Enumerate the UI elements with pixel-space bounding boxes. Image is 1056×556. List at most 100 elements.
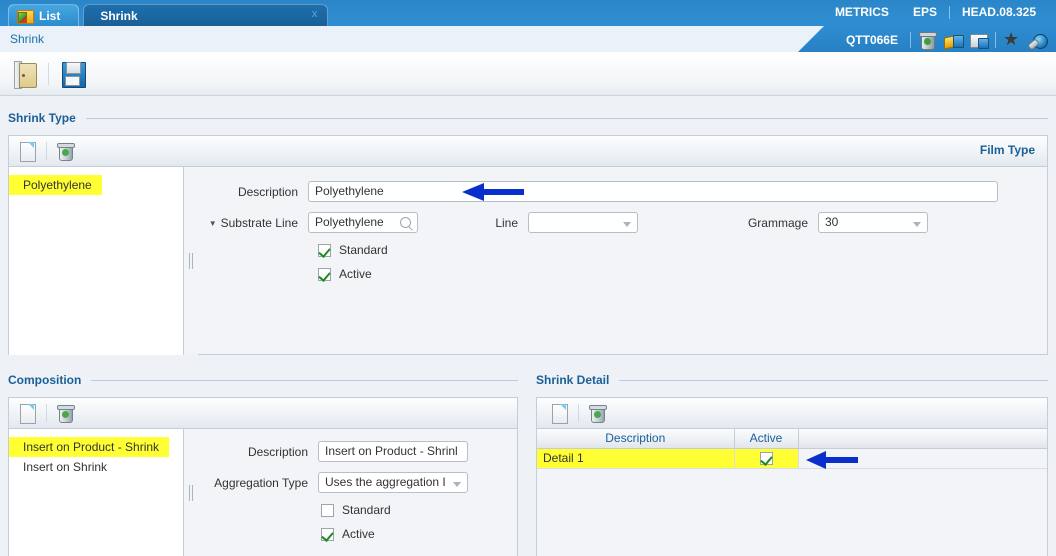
divider: [578, 404, 579, 422]
save-floppy-icon[interactable]: [59, 60, 87, 88]
shrink-type-body: Polyethylene Description Polyethylene ▼ S…: [9, 167, 1047, 355]
tab-shrink[interactable]: Shrink x: [83, 4, 329, 26]
standard-row: Standard: [321, 503, 505, 517]
film-type-link[interactable]: Film Type: [980, 143, 1035, 157]
shrink-type-panel: Film Type Polyethylene Description Polye…: [8, 135, 1048, 355]
active-checkbox[interactable]: [321, 527, 334, 541]
shrink-type-splitter[interactable]: [184, 167, 198, 355]
tab-list-label: List: [39, 8, 61, 23]
trash-icon[interactable]: [917, 31, 937, 50]
top-links: METRICS EPS HEAD.08.325: [823, 3, 1048, 21]
divider: [85, 117, 1048, 119]
table-header-row: Description Active: [537, 429, 1047, 449]
screen-icon[interactable]: [969, 31, 989, 49]
standard-row: Standard: [318, 243, 1035, 257]
star-icon[interactable]: [1002, 29, 1022, 49]
tab-list[interactable]: List: [8, 4, 80, 26]
splitter-grip[interactable]: [189, 485, 193, 501]
breadcrumb-bar: Shrink QTT066E: [0, 26, 1056, 52]
standard-checkbox[interactable]: [321, 503, 334, 517]
divider: [91, 379, 518, 381]
book-icon[interactable]: [943, 31, 964, 49]
cell-description: Detail 1: [537, 448, 735, 469]
list-item[interactable]: Insert on Shrink: [9, 457, 183, 477]
divider: [910, 32, 911, 48]
cell-active[interactable]: [734, 448, 799, 469]
composition-panel: Insert on Product - Shrink Insert on Shr…: [8, 397, 518, 556]
shrink-type-toolbar: Film Type: [9, 136, 1047, 167]
aggregation-type-select[interactable]: Uses the aggregation I: [318, 472, 468, 493]
application-window: List Shrink x METRICS EPS HEAD.08.325 Sh…: [0, 0, 1056, 556]
link-eps[interactable]: EPS: [901, 3, 949, 21]
breadcrumb-background: [0, 26, 824, 52]
splitter-grip[interactable]: [189, 253, 193, 269]
shrink-detail-grid: Description Active Detail 1: [537, 429, 1047, 469]
globe-icon[interactable]: [1028, 31, 1048, 49]
top-utility-bar: QTT066E: [846, 29, 1048, 50]
composition-splitter[interactable]: [184, 429, 198, 556]
column-header-filler: [798, 429, 1047, 449]
column-header-description[interactable]: Description: [537, 429, 735, 449]
aggregation-type-row: Aggregation Type Uses the aggregation I: [198, 472, 505, 493]
delete-trash-icon[interactable]: [589, 403, 607, 423]
shrink-type-section-header: Shrink Type: [8, 111, 1048, 125]
line-select[interactable]: [528, 212, 638, 233]
description-row: Description Polyethylene: [198, 181, 1035, 202]
substrate-line-input[interactable]: Polyethylene: [308, 212, 418, 233]
composition-list: Insert on Product - Shrink Insert on Shr…: [9, 429, 184, 556]
shrink-detail-toolbar: [537, 398, 1047, 429]
active-checkbox[interactable]: [318, 267, 331, 281]
new-document-icon[interactable]: [19, 141, 36, 162]
shrink-detail-panel: Description Active Detail 1: [536, 397, 1048, 556]
shrink-type-title: Shrink Type: [8, 111, 76, 125]
delete-trash-icon[interactable]: [57, 141, 75, 161]
main-toolbar: [0, 52, 1056, 96]
search-icon[interactable]: [400, 217, 411, 228]
active-label: Active: [339, 267, 372, 281]
divider: [48, 62, 49, 85]
composition-description-input[interactable]: Insert on Product - Shrinl: [318, 441, 468, 462]
standard-label: Standard: [342, 503, 391, 517]
divider: [46, 404, 47, 422]
shrink-detail-grid-wrap: Description Active Detail 1: [537, 429, 1047, 469]
shrink-type-list: Polyethylene: [9, 167, 184, 355]
standard-checkbox[interactable]: [318, 243, 331, 257]
shrink-detail-title: Shrink Detail: [536, 373, 610, 387]
shrink-detail-section-header: Shrink Detail: [536, 373, 1048, 387]
aggregation-type-label: Aggregation Type: [214, 475, 308, 490]
substrate-line-value: Polyethylene: [315, 215, 384, 229]
active-label: Active: [342, 527, 375, 541]
substrate-line-label-text: Substrate Line: [220, 215, 298, 230]
column-header-active[interactable]: Active: [734, 429, 799, 449]
description-label: Description: [247, 444, 308, 459]
row-active-checkbox[interactable]: [759, 452, 773, 466]
list-item[interactable]: Polyethylene: [9, 175, 102, 195]
new-document-icon[interactable]: [19, 403, 36, 424]
line-label: Line: [495, 215, 518, 230]
tab-shrink-label: Shrink: [100, 8, 138, 23]
link-metrics[interactable]: METRICS: [823, 3, 901, 21]
substrate-line-row: ▼ Substrate Line Polyethylene Line Gramma…: [198, 212, 1035, 233]
active-row: Active: [318, 267, 1035, 281]
chevron-down-icon[interactable]: ▼: [209, 219, 217, 228]
shrink-type-form: Description Polyethylene ▼ Substrate Line…: [198, 167, 1047, 355]
composition-title: Composition: [8, 373, 82, 387]
standard-label: Standard: [339, 243, 388, 257]
shrink-type-description-input[interactable]: Polyethylene: [308, 181, 998, 202]
list-item[interactable]: Insert on Product - Shrink: [9, 437, 170, 457]
grammage-select[interactable]: 30: [818, 212, 928, 233]
description-label: Description: [237, 184, 298, 199]
shrink-detail-row[interactable]: Detail 1: [537, 448, 1047, 469]
composition-body: Insert on Product - Shrink Insert on Shr…: [9, 429, 517, 556]
close-icon[interactable]: x: [312, 8, 318, 20]
door-exit-icon[interactable]: [12, 60, 38, 89]
link-version[interactable]: HEAD.08.325: [950, 3, 1048, 21]
grammage-label: Grammage: [747, 215, 808, 230]
breadcrumb[interactable]: Shrink: [10, 32, 44, 46]
cell-filler: [798, 448, 1047, 469]
folder-icon: [17, 9, 34, 24]
description-row: Description Insert on Product - Shrinl: [198, 441, 505, 462]
delete-trash-icon[interactable]: [57, 403, 75, 423]
new-document-icon[interactable]: [551, 403, 568, 424]
divider: [619, 379, 1048, 381]
